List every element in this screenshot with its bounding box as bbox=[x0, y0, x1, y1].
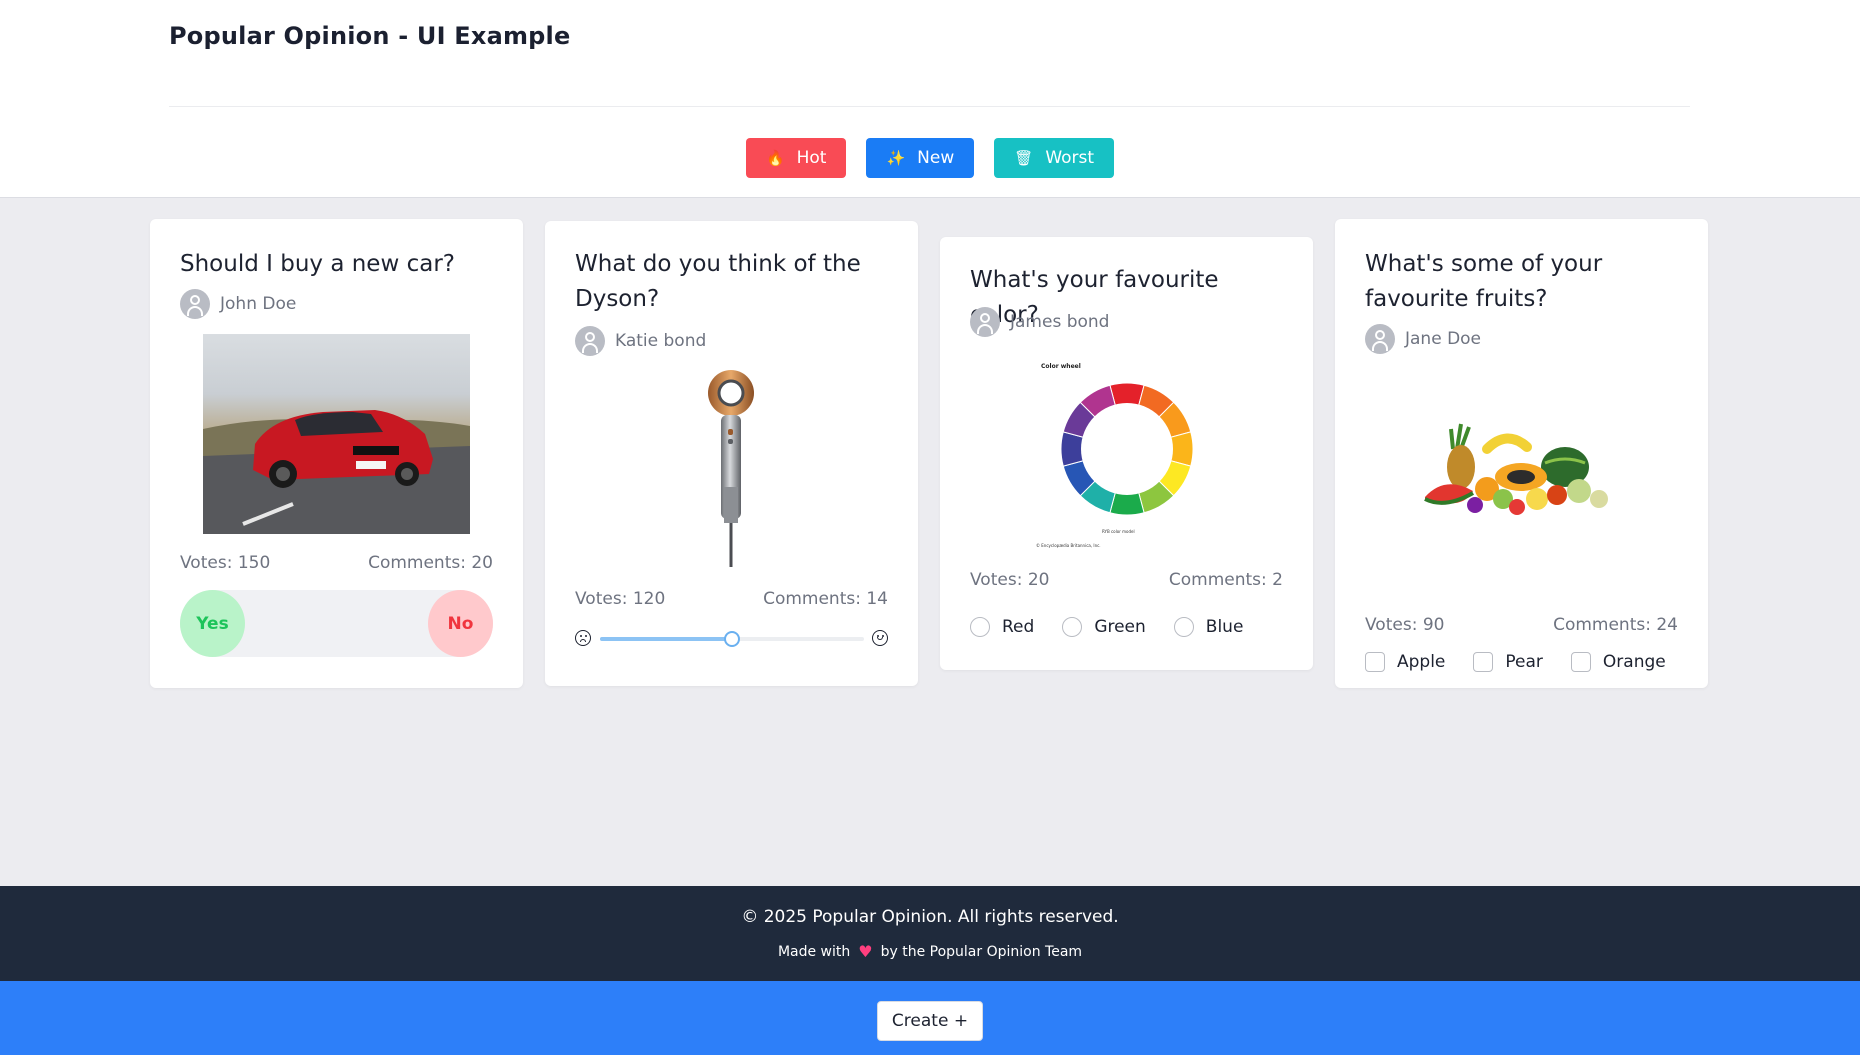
avatar-icon bbox=[970, 307, 1000, 337]
avatar-icon bbox=[1365, 324, 1395, 354]
poll-card[interactable]: What do you think of the Dyson? Katie bo… bbox=[545, 221, 918, 686]
sparkles-icon: ✨ bbox=[886, 149, 906, 167]
author-name: John Doe bbox=[220, 294, 297, 314]
worst-filter-label: Worst bbox=[1045, 148, 1095, 168]
author-name: Katie bond bbox=[615, 331, 707, 351]
avatar-icon bbox=[575, 326, 605, 356]
fruits-photo bbox=[1417, 419, 1617, 519]
poll-title: What do you think of the Dyson? bbox=[575, 251, 861, 312]
slider-thumb[interactable] bbox=[724, 631, 740, 647]
poll-card[interactable]: What's some of your favourite fruits? Ja… bbox=[1335, 219, 1708, 688]
option-label: Red bbox=[1002, 617, 1035, 637]
poll-stats: Votes: 150 Comments: 20 bbox=[180, 553, 493, 573]
checkbox-options: Apple Pear Orange bbox=[1365, 652, 1666, 672]
made-with-text: Made with ♥ by the Popular Opinion Team bbox=[0, 942, 1860, 961]
poll-author: Katie bond bbox=[575, 326, 706, 356]
yes-no-toggle[interactable]: Yes No bbox=[180, 590, 493, 657]
slider-track[interactable] bbox=[600, 631, 864, 647]
create-button[interactable]: Create + bbox=[877, 1001, 983, 1041]
create-bar: Create + bbox=[0, 981, 1860, 1055]
comments-count[interactable]: Comments: 2 bbox=[1169, 570, 1283, 590]
new-filter-button[interactable]: ✨ New bbox=[866, 138, 975, 178]
poll-stats: Votes: 90 Comments: 24 bbox=[1365, 615, 1678, 635]
option-label: Blue bbox=[1205, 617, 1244, 637]
radio-option-red[interactable]: Red bbox=[970, 617, 1034, 637]
radio-options: Red Green Blue bbox=[970, 617, 1243, 637]
checkbox[interactable] bbox=[1473, 652, 1494, 672]
checkbox-option-pear[interactable]: Pear bbox=[1473, 652, 1543, 672]
sad-face-icon bbox=[575, 630, 591, 646]
option-label: Orange bbox=[1602, 652, 1666, 672]
trash-icon: 🗑 bbox=[1014, 149, 1034, 167]
hot-filter-button[interactable]: 🔥 Hot bbox=[745, 138, 847, 178]
wheel-label: Color wheel bbox=[1041, 363, 1081, 370]
checkbox-option-orange[interactable]: Orange bbox=[1570, 652, 1666, 672]
author-name: Jane Doe bbox=[1405, 329, 1482, 349]
header: Popular Opinion - UI Example 🔥 Hot ✨ New… bbox=[0, 0, 1860, 198]
comments-count[interactable]: Comments: 24 bbox=[1553, 615, 1678, 635]
votes-count: Votes: 150 bbox=[180, 553, 271, 573]
copyright-text: © 2025 Popular Opinion. All rights reser… bbox=[741, 907, 1119, 927]
poll-stats: Votes: 120 Comments: 14 bbox=[575, 589, 888, 609]
radio-button[interactable] bbox=[1062, 617, 1083, 637]
worst-filter-button[interactable]: 🗑 Worst bbox=[994, 138, 1115, 178]
happy-face-icon bbox=[872, 630, 888, 646]
hair-dryer-photo bbox=[700, 369, 762, 567]
radio-button[interactable] bbox=[1173, 617, 1194, 637]
slider-fill bbox=[600, 637, 732, 641]
filter-bar: 🔥 Hot ✨ New 🗑 Worst bbox=[0, 138, 1860, 178]
made-with-prefix: Made with bbox=[777, 943, 851, 960]
rating-slider bbox=[575, 625, 888, 651]
wheel-credit: © Encyclopædia Britannica, Inc. bbox=[1036, 543, 1101, 548]
checkbox[interactable] bbox=[1570, 652, 1591, 672]
votes-count: Votes: 20 bbox=[970, 570, 1050, 590]
heart-icon: ♥ bbox=[858, 942, 873, 961]
checkbox[interactable] bbox=[1365, 652, 1385, 672]
radio-option-blue[interactable]: Blue bbox=[1173, 617, 1244, 637]
avatar-icon bbox=[180, 289, 210, 319]
poll-card[interactable]: What's your favourite color? James bond … bbox=[940, 237, 1313, 670]
poll-title: Should I buy a new car? bbox=[180, 251, 455, 277]
checkbox-option-apple[interactable]: Apple bbox=[1365, 652, 1445, 672]
poll-author: John Doe bbox=[180, 289, 296, 319]
wheel-model-label: RYB color model bbox=[1102, 529, 1135, 534]
votes-count: Votes: 120 bbox=[575, 589, 666, 609]
made-with-suffix: by the Popular Opinion Team bbox=[880, 943, 1083, 960]
hot-filter-label: Hot bbox=[796, 148, 827, 168]
comments-count[interactable]: Comments: 14 bbox=[763, 589, 888, 609]
app-title: Popular Opinion - UI Example bbox=[169, 22, 571, 50]
option-label: Green bbox=[1094, 617, 1146, 637]
poll-stats: Votes: 20 Comments: 2 bbox=[970, 570, 1283, 590]
author-name: James bond bbox=[1010, 312, 1110, 332]
poll-author: Jane Doe bbox=[1365, 324, 1481, 354]
new-filter-label: New bbox=[917, 148, 955, 168]
header-divider bbox=[169, 106, 1690, 107]
option-label: Apple bbox=[1397, 652, 1446, 672]
poll-author: James bond bbox=[970, 307, 1109, 337]
option-label: Pear bbox=[1505, 652, 1543, 672]
car-photo bbox=[203, 334, 470, 534]
comments-count[interactable]: Comments: 20 bbox=[368, 553, 493, 573]
color-wheel-image: Color wheel RYB color model © Encyclopæd… bbox=[1030, 353, 1220, 553]
fire-icon: 🔥 bbox=[765, 149, 785, 167]
yes-button[interactable]: Yes bbox=[180, 590, 245, 657]
radio-option-green[interactable]: Green bbox=[1062, 617, 1146, 637]
radio-button[interactable] bbox=[970, 617, 990, 637]
poll-title: What's some of your favourite fruits? bbox=[1365, 251, 1603, 312]
votes-count: Votes: 90 bbox=[1365, 615, 1445, 635]
poll-card[interactable]: Should I buy a new car? John Doe Votes: … bbox=[150, 219, 523, 688]
no-button[interactable]: No bbox=[428, 590, 493, 657]
footer: © 2025 Popular Opinion. All rights reser… bbox=[0, 886, 1860, 981]
